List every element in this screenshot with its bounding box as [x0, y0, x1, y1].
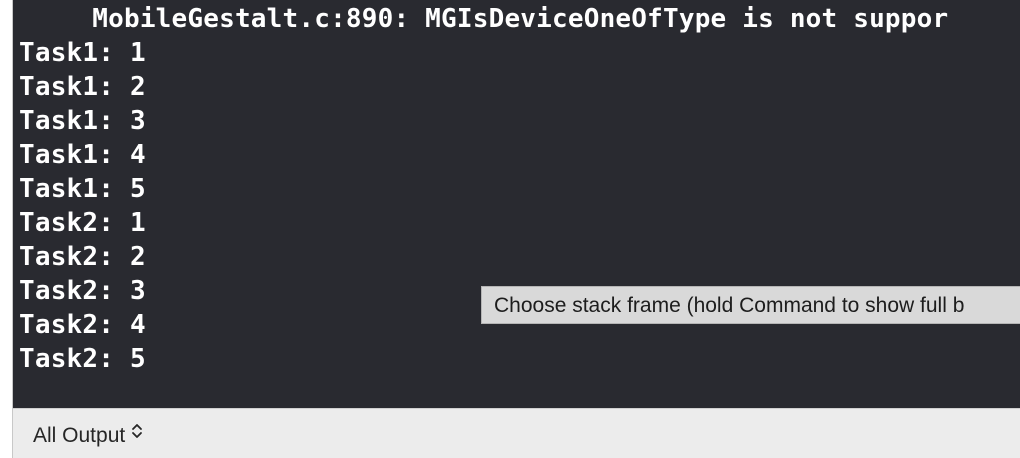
output-scope-select[interactable]: All Output — [33, 423, 143, 449]
console-bottom-bar: All Output — [13, 408, 1020, 458]
console-line: Task1: 2 — [19, 72, 146, 102]
console-header-line: MobileGestalt.c:890: MGIsDeviceOneOfType… — [13, 4, 949, 34]
console-output[interactable]: MobileGestalt.c:890: MGIsDeviceOneOfType… — [13, 0, 1020, 408]
debug-area: MobileGestalt.c:890: MGIsDeviceOneOfType… — [0, 0, 1020, 458]
console-line: Task2: 3 — [19, 276, 146, 306]
console-line: Task2: 1 — [19, 208, 146, 238]
console-line: Task2: 4 — [19, 310, 146, 340]
stack-frame-tooltip: Choose stack frame (hold Command to show… — [481, 286, 1020, 324]
console-line: Task1: 1 — [19, 38, 146, 68]
up-down-chevron-icon — [131, 421, 143, 447]
output-scope-label: All Output — [33, 424, 126, 447]
console-line: Task1: 5 — [19, 174, 146, 204]
console-line: Task2: 2 — [19, 242, 146, 272]
console-line: Task1: 4 — [19, 140, 146, 170]
console-line: Task2: 5 — [19, 344, 146, 374]
console-line: Task1: 3 — [19, 106, 146, 136]
left-divider — [0, 0, 13, 458]
